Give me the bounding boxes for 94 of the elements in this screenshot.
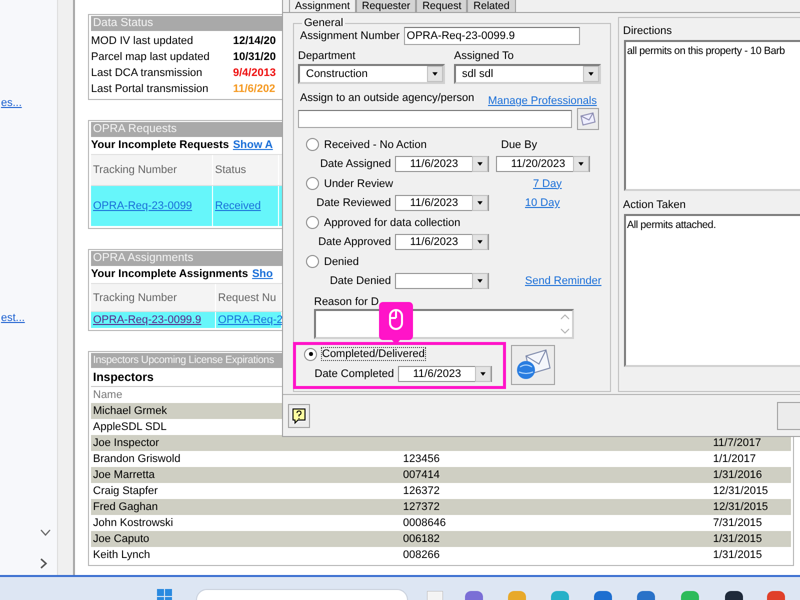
link[interactable]: 7 Day bbox=[533, 178, 562, 190]
email-button[interactable] bbox=[577, 108, 599, 130]
action-taken-field[interactable]: All permits attached. bbox=[624, 214, 800, 367]
status-link[interactable]: Received bbox=[215, 200, 261, 212]
envelope-icon bbox=[580, 112, 596, 126]
table-cell: Joe Inspector bbox=[93, 437, 160, 449]
tracking-link[interactable]: OPRA-Req-23-0099 bbox=[93, 200, 192, 212]
table-cell: 123456 bbox=[403, 453, 440, 465]
chevron-down-icon[interactable] bbox=[40, 529, 51, 537]
table-cell: John Kostrowski bbox=[93, 517, 174, 529]
table-cell: Joe Marretta bbox=[93, 469, 155, 481]
tab[interactable]: Related bbox=[467, 0, 516, 13]
status-date: 10/31/20 bbox=[233, 50, 276, 65]
tab[interactable]: Request bbox=[416, 0, 468, 13]
manage-professionals-link[interactable]: Manage Professionals bbox=[488, 95, 597, 107]
status-label: Last Portal transmission bbox=[91, 82, 210, 97]
table-cell: 7/31/2015 bbox=[713, 517, 762, 529]
sidebar-link[interactable]: est... bbox=[1, 311, 25, 326]
table-cell: 12/31/2015 bbox=[713, 501, 768, 513]
table-cell: Michael Grmek bbox=[93, 405, 167, 417]
sidebar-link[interactable]: es... bbox=[1, 96, 22, 111]
splitter-bar[interactable] bbox=[57, 0, 75, 575]
date-label: Date Denied bbox=[328, 275, 392, 287]
show-all-link[interactable]: Show A bbox=[232, 137, 273, 154]
table-cell: 126372 bbox=[403, 485, 440, 497]
link[interactable]: 10 Day bbox=[525, 197, 560, 209]
table-cell: Craig Stapfer bbox=[93, 485, 158, 497]
status-label: Last DCA transmission bbox=[91, 66, 204, 81]
table-cell: 1/31/2015 bbox=[713, 549, 762, 561]
table-cell: AppleSDL SDL bbox=[93, 421, 167, 433]
status-date: 9/4/2013 bbox=[233, 66, 276, 81]
date-picker[interactable]: 11/6/2023 bbox=[398, 366, 492, 382]
group-title: General bbox=[303, 17, 344, 29]
outside-agency-field[interactable] bbox=[298, 110, 572, 128]
table-cell: 12/31/2015 bbox=[713, 485, 768, 497]
status-date: 12/14/20 bbox=[233, 34, 276, 49]
table-cell: 0008646 bbox=[403, 517, 446, 529]
date-label: Date Reviewed bbox=[315, 197, 392, 209]
table-cell: 007414 bbox=[403, 469, 440, 481]
email-button[interactable] bbox=[511, 345, 555, 385]
table-cell: 11/7/2017 bbox=[713, 437, 762, 449]
field-label: Assign to an outside agency/person bbox=[299, 92, 476, 104]
table-cell: 127372 bbox=[403, 501, 440, 513]
assignee-select[interactable]: sdl sdl bbox=[454, 64, 601, 84]
date-picker[interactable]: 11/6/2023 bbox=[395, 156, 489, 172]
table-cell: 1/31/2015 bbox=[713, 533, 762, 545]
tab[interactable]: Requester bbox=[356, 0, 416, 13]
date-picker[interactable]: 11/6/2023 bbox=[395, 234, 489, 250]
table-cell: 008266 bbox=[403, 549, 440, 561]
chevron-right-icon[interactable] bbox=[40, 558, 48, 569]
taskbar-app-icon[interactable] bbox=[725, 591, 743, 600]
status-radio[interactable]: Under Review bbox=[306, 177, 501, 190]
table-cell: Joe Caputo bbox=[93, 533, 150, 545]
table-cell: Brandon Griswold bbox=[93, 453, 180, 465]
column-header: Name bbox=[93, 389, 122, 401]
department-select[interactable]: Construction bbox=[298, 64, 445, 84]
date-picker[interactable]: 11/20/2023 bbox=[496, 156, 590, 172]
field-label: Action Taken bbox=[623, 199, 687, 211]
assignment-number-field[interactable]: OPRA-Req-23-0099.9 bbox=[404, 27, 580, 45]
reason-label: Reason for D bbox=[314, 296, 379, 308]
panel-title: OPRA Assignments bbox=[91, 251, 282, 266]
status-radio[interactable]: Approved for data collection bbox=[306, 216, 501, 229]
help-button[interactable] bbox=[288, 404, 310, 428]
section-heading: Your Incomplete Requests bbox=[91, 138, 229, 153]
field-label: Assigned To bbox=[454, 50, 514, 62]
show-all-link[interactable]: Sho bbox=[252, 266, 273, 283]
directions-field[interactable]: all permits on this property - 10 Barb bbox=[624, 40, 800, 191]
tab[interactable]: Assignment bbox=[289, 0, 356, 13]
table-cell: 1/1/2017 bbox=[713, 453, 756, 465]
field-label: Assignment Number bbox=[299, 30, 400, 42]
help-icon bbox=[292, 408, 306, 424]
tracking-link[interactable]: OPRA-Req-23-0099.9 bbox=[93, 314, 202, 326]
status-label: Parcel map last updated bbox=[91, 50, 211, 65]
field-label: Department bbox=[298, 50, 356, 62]
status-radio[interactable]: Received - No Action bbox=[306, 138, 501, 151]
due-by-label: Due By bbox=[501, 138, 538, 150]
date-picker[interactable]: 11/6/2023 bbox=[395, 195, 489, 211]
section-heading: Your Incomplete Assignments bbox=[91, 267, 248, 282]
date-label: Date Assigned bbox=[319, 158, 392, 170]
date-label: Date Approved bbox=[317, 236, 392, 248]
globe-envelope-icon bbox=[514, 348, 552, 382]
table-cell: 006182 bbox=[403, 533, 440, 545]
table-cell: Keith Lynch bbox=[93, 549, 150, 561]
panel-title: OPRA Requests bbox=[91, 122, 282, 137]
panel-title: Data Status bbox=[91, 16, 282, 31]
date-label: Date Completed bbox=[314, 368, 395, 380]
table-cell: Fred Gaghan bbox=[93, 501, 158, 513]
status-label: MOD IV last updated bbox=[91, 34, 194, 49]
link[interactable]: Send Reminder bbox=[525, 275, 602, 287]
status-date: 11/6/202 bbox=[233, 82, 276, 97]
windows-start-icon[interactable] bbox=[157, 589, 173, 600]
field-label: Directions bbox=[623, 25, 673, 37]
table-cell: 1/31/2016 bbox=[713, 469, 762, 481]
status-radio[interactable]: Denied bbox=[306, 255, 501, 268]
